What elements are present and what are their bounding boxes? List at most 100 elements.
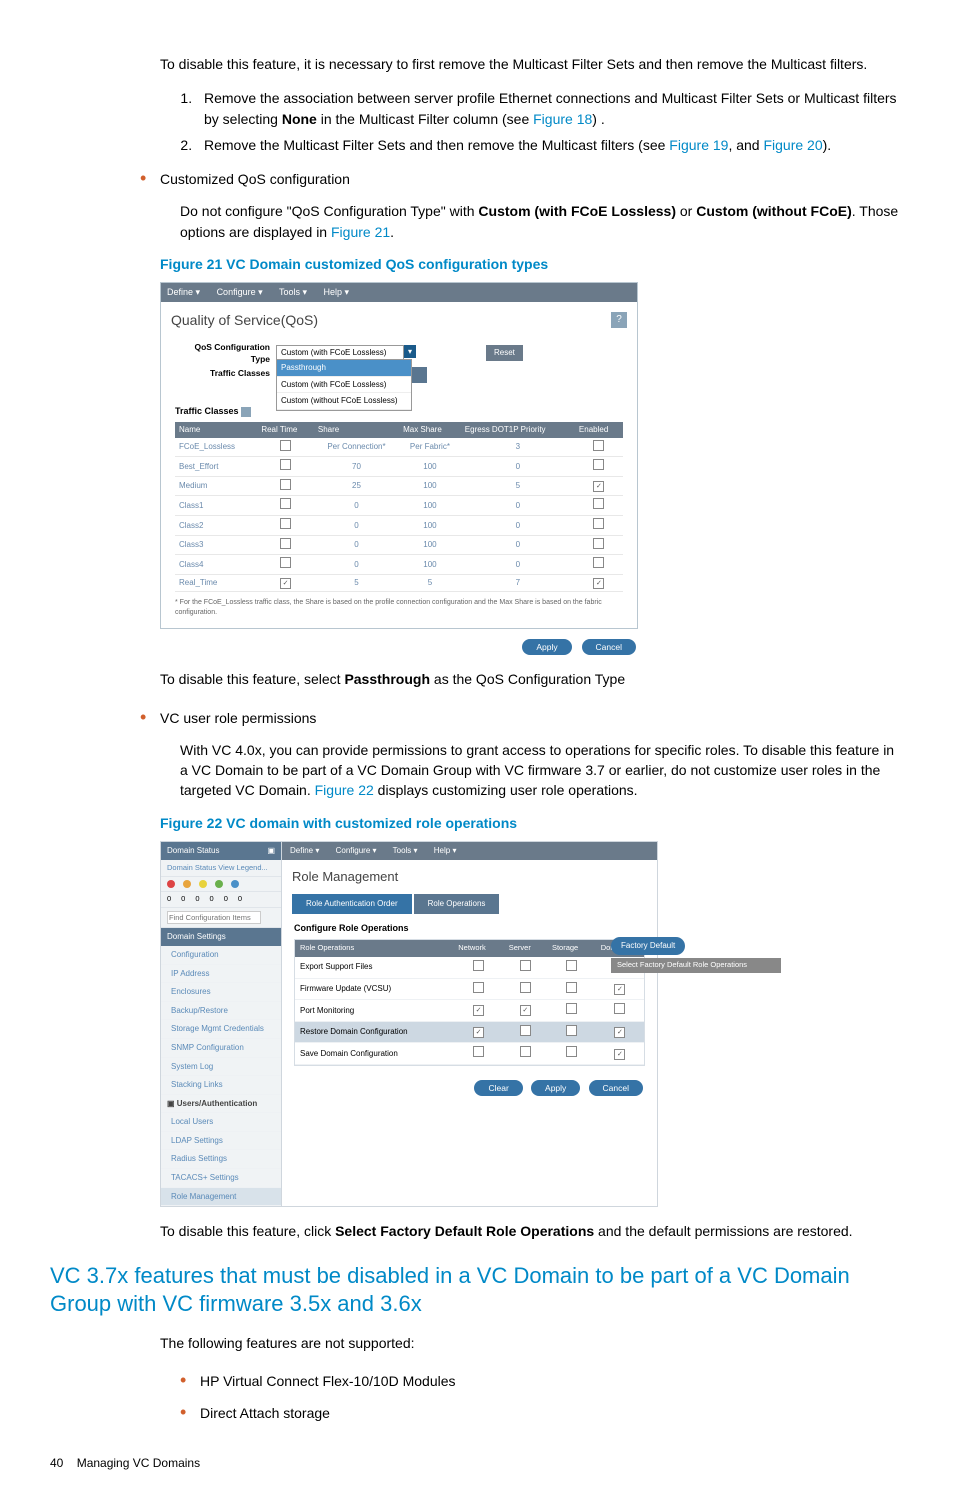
- enabled-checkbox[interactable]: [593, 498, 604, 509]
- apply-button[interactable]: Apply: [531, 1080, 580, 1096]
- checkbox[interactable]: [520, 960, 531, 971]
- fig22-sidebar: Domain Status ▣ Domain Status View Legend…: [160, 841, 282, 1207]
- qos-disable-paragraph: To disable this feature, select Passthro…: [160, 669, 904, 689]
- menu-configure[interactable]: Configure ▾: [217, 287, 263, 297]
- checkbox[interactable]: [473, 982, 484, 993]
- realtime-checkbox[interactable]: [280, 440, 291, 451]
- checkbox[interactable]: ✓: [473, 1005, 484, 1016]
- fig21-title: Quality of Service(QoS): [171, 310, 318, 330]
- sidebar-item[interactable]: LDAP Settings: [161, 1132, 281, 1151]
- sidebar-item[interactable]: System Log: [161, 1058, 281, 1077]
- sidebar-item[interactable]: SNMP Configuration: [161, 1039, 281, 1058]
- users-auth-group[interactable]: ▣ Users/Authentication: [161, 1095, 281, 1114]
- page-footer: 40 Managing VC Domains: [50, 1455, 904, 1472]
- sidebar-item[interactable]: Configuration: [161, 946, 281, 965]
- clear-button[interactable]: Clear: [474, 1080, 522, 1096]
- link-figure-21[interactable]: Figure 21: [331, 224, 390, 240]
- dd-opt-passthrough[interactable]: Passthrough: [277, 360, 411, 377]
- bullet-roles: VC user role permissions: [140, 704, 904, 730]
- checkbox[interactable]: [473, 960, 484, 971]
- tc-name: Class4: [175, 555, 257, 575]
- checkbox[interactable]: ✓: [473, 1027, 484, 1038]
- link-figure-20[interactable]: Figure 20: [763, 137, 822, 153]
- fig21-footnote: * For the FCoE_Lossless traffic class, t…: [175, 598, 623, 618]
- enabled-checkbox[interactable]: [593, 518, 604, 529]
- enabled-checkbox[interactable]: ✓: [593, 481, 604, 492]
- collapse-icon[interactable]: ▣: [267, 845, 275, 857]
- status-icons: [161, 877, 281, 892]
- realtime-checkbox[interactable]: [280, 557, 291, 568]
- qos-type-label: QoS Configuration Type: [175, 341, 276, 366]
- tab-role-auth-order[interactable]: Role Authentication Order: [292, 894, 412, 914]
- checkbox[interactable]: ✓: [520, 1005, 531, 1016]
- dd-opt-custom-no-fcoe[interactable]: Custom (without FCoE Lossless): [277, 393, 411, 410]
- link-figure-22[interactable]: Figure 22: [315, 782, 374, 798]
- checkbox[interactable]: [614, 1003, 625, 1014]
- checkbox[interactable]: [520, 1046, 531, 1057]
- link-figure-19[interactable]: Figure 19: [669, 137, 728, 153]
- sidebar-item[interactable]: TACACS+ Settings: [161, 1169, 281, 1188]
- chevron-down-icon[interactable]: ▾: [404, 345, 416, 358]
- tab-role-operations[interactable]: Role Operations: [414, 894, 500, 914]
- qos-type-dropdown[interactable]: Custom (with FCoE Lossless)▾ Passthrough…: [276, 345, 416, 361]
- checkbox[interactable]: ✓: [614, 984, 625, 995]
- factory-default-link[interactable]: Select Factory Default Role Operations: [611, 958, 781, 973]
- tc-name: Class1: [175, 496, 257, 516]
- fig22-main: Define ▾ Configure ▾ Tools ▾ Help ▾ Role…: [282, 841, 658, 1207]
- menu-define[interactable]: Define ▾: [290, 846, 319, 855]
- checkbox[interactable]: [566, 960, 577, 971]
- sidebar-item[interactable]: Backup/Restore: [161, 1002, 281, 1021]
- menu-tools[interactable]: Tools ▾: [279, 287, 307, 297]
- menu-define[interactable]: Define ▾: [167, 287, 200, 297]
- factory-default-button[interactable]: Factory Default: [611, 937, 685, 955]
- cancel-button[interactable]: Cancel: [589, 1080, 643, 1096]
- domain-status-header: Domain Status: [167, 845, 219, 857]
- sidebar-item[interactable]: Role Management: [161, 1188, 281, 1207]
- enabled-checkbox[interactable]: ✓: [593, 578, 604, 589]
- checkbox[interactable]: [566, 1003, 577, 1014]
- realtime-checkbox[interactable]: [280, 498, 291, 509]
- checkbox[interactable]: [473, 1046, 484, 1057]
- help-icon[interactable]: ?: [611, 312, 627, 328]
- checkbox[interactable]: [520, 1025, 531, 1036]
- section-heading: VC 3.7x features that must be disabled i…: [50, 1262, 904, 1319]
- checkbox[interactable]: ✓: [614, 1027, 625, 1038]
- fig22-subtitle: Configure Role Operations: [282, 914, 657, 939]
- search-input[interactable]: [167, 911, 261, 924]
- menu-help[interactable]: Help ▾: [434, 846, 457, 855]
- cancel-button[interactable]: Cancel: [582, 639, 636, 655]
- checkbox[interactable]: [566, 1025, 577, 1036]
- sidebar-item[interactable]: IP Address: [161, 965, 281, 984]
- sidebar-item[interactable]: Storage Mgmt Credentials: [161, 1020, 281, 1039]
- role-op: Restore Domain Configuration: [295, 1021, 453, 1043]
- realtime-checkbox[interactable]: [280, 459, 291, 470]
- realtime-checkbox[interactable]: [280, 538, 291, 549]
- link-figure-18[interactable]: Figure 18: [533, 111, 592, 127]
- sidebar-item[interactable]: Radius Settings: [161, 1150, 281, 1169]
- realtime-checkbox[interactable]: [280, 479, 291, 490]
- tc-name: Class2: [175, 516, 257, 536]
- enabled-checkbox[interactable]: [593, 557, 604, 568]
- checkbox[interactable]: [566, 982, 577, 993]
- dd-opt-custom-fcoe[interactable]: Custom (with FCoE Lossless): [277, 377, 411, 394]
- checkbox[interactable]: ✓: [614, 1049, 625, 1060]
- enabled-checkbox[interactable]: [593, 440, 604, 451]
- sidebar-item[interactable]: Stacking Links: [161, 1076, 281, 1095]
- reset-button[interactable]: Reset: [486, 345, 523, 361]
- apply-button[interactable]: Apply: [522, 639, 571, 655]
- qos-type-dropdown-list: Passthrough Custom (with FCoE Lossless) …: [276, 359, 412, 411]
- menu-configure[interactable]: Configure ▾: [336, 846, 377, 855]
- realtime-checkbox[interactable]: ✓: [280, 578, 291, 589]
- domain-status-link[interactable]: Domain Status View Legend...: [161, 860, 281, 878]
- menu-tools[interactable]: Tools ▾: [393, 846, 418, 855]
- menu-help[interactable]: Help ▾: [324, 287, 350, 297]
- enabled-checkbox[interactable]: [593, 459, 604, 470]
- checkbox[interactable]: [520, 982, 531, 993]
- traffic-classes-table: Name Real Time Share Max Share Egress DO…: [175, 422, 623, 592]
- sidebar-item[interactable]: Local Users: [161, 1113, 281, 1132]
- figure-22: Domain Status ▣ Domain Status View Legend…: [160, 841, 658, 1207]
- checkbox[interactable]: [566, 1046, 577, 1057]
- sidebar-item[interactable]: Enclosures: [161, 983, 281, 1002]
- enabled-checkbox[interactable]: [593, 538, 604, 549]
- realtime-checkbox[interactable]: [280, 518, 291, 529]
